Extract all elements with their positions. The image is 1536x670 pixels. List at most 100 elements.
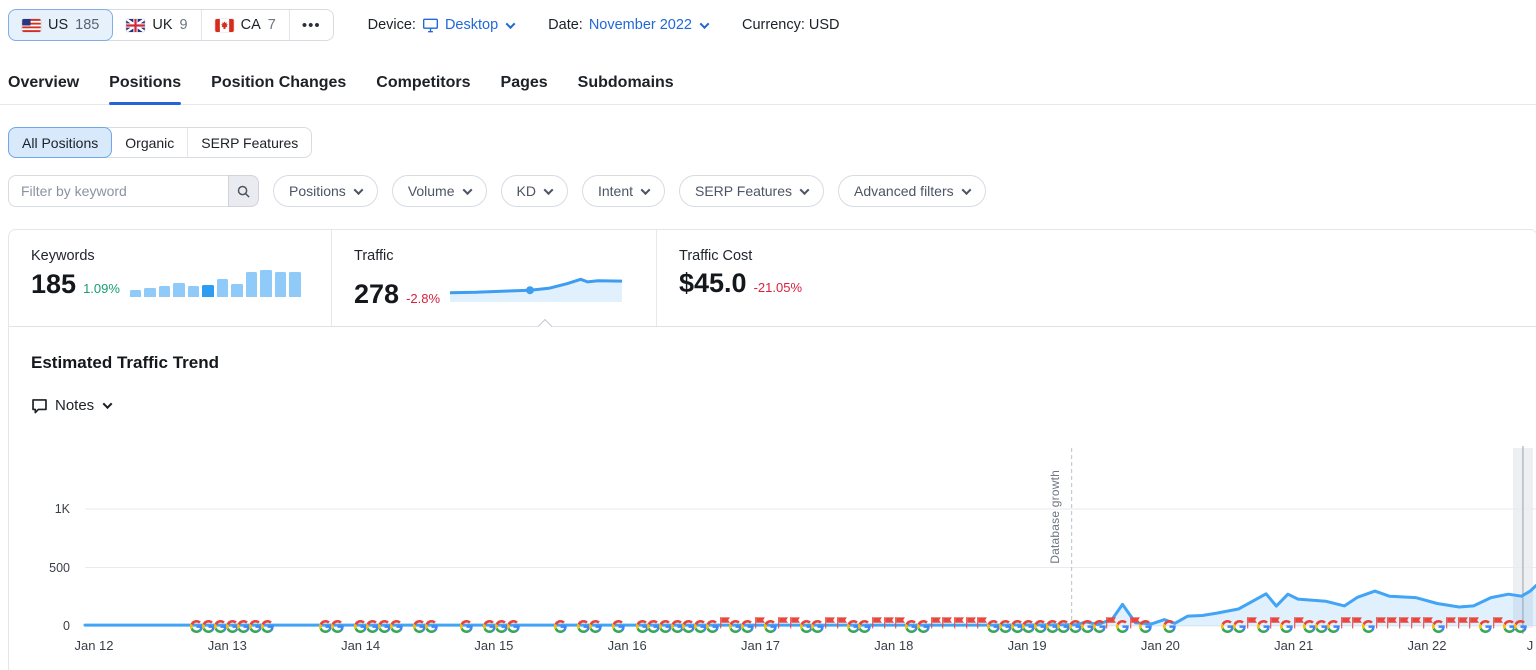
chevron-down-icon — [961, 185, 971, 195]
google-update-marker[interactable] — [390, 620, 403, 633]
more-countries-button[interactable]: ••• — [290, 10, 333, 40]
keywords-spark-bar — [231, 284, 243, 297]
metric-traffic[interactable]: Traffic 278 -2.8% — [331, 230, 656, 326]
x-axis-tick-label: Jan 12 — [74, 638, 113, 653]
country-code: US — [48, 17, 68, 33]
google-update-marker[interactable] — [1139, 620, 1152, 633]
x-axis-tick-label: Jan 14 — [341, 638, 380, 653]
search-icon — [236, 184, 251, 199]
country-tab-ca[interactable]: CA7 — [202, 10, 290, 40]
currency-label: Currency: USD — [742, 17, 840, 33]
keywords-value: 185 — [31, 271, 76, 298]
search-button[interactable] — [228, 175, 259, 207]
traffic-sparkline — [450, 270, 622, 307]
keywords-spark-bar — [260, 270, 272, 297]
keywords-spark-bar — [202, 285, 214, 297]
us-flag-icon — [22, 19, 41, 32]
google-update-marker[interactable] — [1163, 620, 1176, 633]
chip-organic[interactable]: Organic — [112, 128, 188, 157]
device-selector-group: Device: Desktop — [368, 17, 515, 33]
google-update-icon — [589, 620, 602, 633]
notes-toggle[interactable]: Notes — [31, 397, 111, 414]
country-count: 9 — [180, 17, 188, 33]
tab-pages[interactable]: Pages — [501, 68, 548, 104]
x-axis-tick-label: Jan 21 — [1274, 638, 1313, 653]
google-update-marker[interactable] — [1514, 620, 1527, 633]
device-value: Desktop — [445, 17, 498, 33]
google-update-marker[interactable] — [331, 620, 344, 633]
keywords-sparkline — [130, 270, 301, 297]
keywords-delta: 1.09% — [83, 281, 120, 296]
uk-flag-icon — [126, 19, 145, 32]
tab-overview[interactable]: Overview — [8, 68, 79, 104]
device-selector[interactable]: Desktop — [422, 17, 514, 33]
filter-dropdown-kd[interactable]: KD — [501, 175, 568, 207]
x-axis-tick-label: Jan 17 — [741, 638, 780, 653]
trend-section-header: Estimated Traffic Trend Notes — [9, 327, 1536, 414]
country-code: UK — [152, 17, 172, 33]
filter-dropdown-volume[interactable]: Volume — [392, 175, 487, 207]
filter-row: Positions Volume KD Intent SERP Features Adva… — [0, 158, 1536, 207]
google-update-marker[interactable] — [460, 620, 473, 633]
country-tab-us[interactable]: US185 — [8, 9, 113, 41]
x-axis-tick-label: Jan 18 — [874, 638, 913, 653]
note-bubble-icon — [31, 398, 48, 414]
filter-dropdown-advanced-filters[interactable]: Advanced filters — [838, 175, 986, 207]
filter-dropdown-positions[interactable]: Positions — [273, 175, 378, 207]
google-update-marker[interactable] — [612, 620, 625, 633]
report-nav-tabs: Overview Positions Position Changes Competi… — [0, 68, 1536, 105]
y-axis-tick-label: 0 — [10, 619, 70, 633]
filter-dropdown-intent[interactable]: Intent — [582, 175, 665, 207]
google-update-marker[interactable] — [261, 620, 274, 633]
chevron-down-icon — [544, 185, 554, 195]
keywords-spark-bar — [217, 279, 229, 297]
tab-competitors[interactable]: Competitors — [376, 68, 470, 104]
google-update-icon — [390, 620, 403, 633]
x-axis-tick-label: Jan 15 — [474, 638, 513, 653]
date-label: Date: — [548, 17, 583, 33]
chip-serp-features[interactable]: SERP Features — [188, 128, 311, 157]
date-selector-group: Date: November 2022 — [548, 17, 708, 33]
google-update-marker[interactable] — [554, 620, 567, 633]
chevron-down-icon — [103, 399, 113, 409]
keyword-filter-input[interactable] — [8, 175, 228, 207]
traffic-trend-chart: 05001KJan 12Jan 13Jan 14Jan 15Jan 16Jan … — [0, 442, 1536, 664]
traffic-cost-delta: -21.05% — [754, 280, 802, 295]
notes-label: Notes — [55, 397, 94, 414]
google-update-icon — [261, 620, 274, 633]
google-update-icon — [1163, 620, 1176, 633]
keywords-spark-bar — [159, 286, 171, 297]
x-axis-tick-label: Jan 16 — [608, 638, 647, 653]
metric-traffic-cost[interactable]: Traffic Cost $45.0 -21.05% — [656, 230, 1536, 326]
google-update-icon — [554, 620, 567, 633]
tab-position-changes[interactable]: Position Changes — [211, 68, 346, 104]
keywords-spark-bar — [130, 290, 142, 297]
keywords-spark-bar — [289, 272, 301, 297]
keyword-search — [8, 175, 259, 207]
trend-title: Estimated Traffic Trend — [31, 353, 1536, 373]
position-type-tabs: All PositionsOrganicSERP Features — [8, 127, 312, 158]
traffic-value: 278 — [354, 281, 399, 308]
date-value: November 2022 — [589, 17, 692, 33]
date-selector[interactable]: November 2022 — [589, 17, 708, 33]
country-tab-uk[interactable]: UK 9 — [113, 10, 201, 40]
metric-label: Keywords — [31, 248, 331, 264]
keywords-spark-bar — [188, 286, 200, 297]
google-update-marker[interactable] — [425, 620, 438, 633]
desktop-icon — [422, 18, 439, 33]
chevron-down-icon — [462, 185, 472, 195]
traffic-delta: -2.8% — [406, 291, 440, 306]
google-update-marker[interactable] — [507, 620, 520, 633]
chip-all-positions[interactable]: All Positions — [8, 127, 112, 158]
google-update-icon — [331, 620, 344, 633]
google-update-icon — [612, 620, 625, 633]
google-update-marker[interactable] — [589, 620, 602, 633]
metric-keywords[interactable]: Keywords 185 1.09% — [9, 230, 331, 326]
x-axis-tick-label: Jan 22 — [1407, 638, 1446, 653]
x-axis-tick-label: Jan 20 — [1141, 638, 1180, 653]
tab-positions[interactable]: Positions — [109, 68, 181, 104]
positions-card: Keywords 185 1.09% Traffic 278 -2.8% Tra… — [8, 229, 1536, 670]
filter-dropdown-serp-features[interactable]: SERP Features — [679, 175, 824, 207]
tab-subdomains[interactable]: Subdomains — [578, 68, 674, 104]
device-label: Device: — [368, 17, 416, 33]
